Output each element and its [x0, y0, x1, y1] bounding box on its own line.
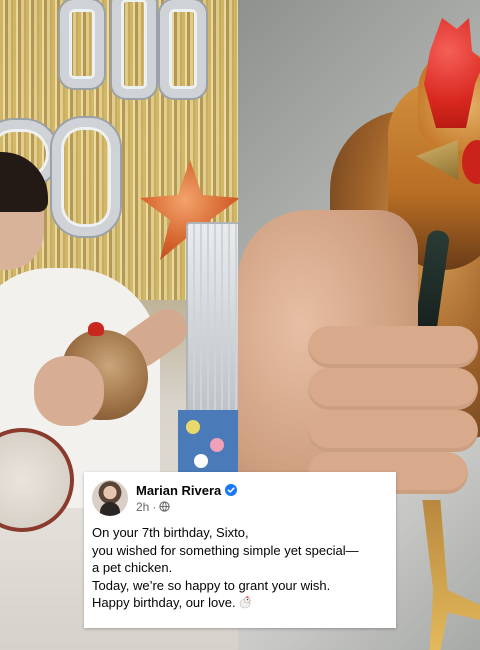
name-row: Marian Rivera	[136, 483, 238, 498]
post-line: Today, we’re so happy to grant your wish…	[92, 577, 331, 593]
verified-badge-icon	[225, 484, 238, 496]
post-line: you wished for something simple yet spec…	[92, 542, 359, 558]
cage-base	[178, 410, 238, 472]
silver-letter-balloon	[160, 0, 206, 98]
silver-letter-balloon	[60, 0, 104, 88]
post-timestamp[interactable]: 2h	[136, 500, 149, 514]
silver-letter-balloon	[112, 0, 156, 98]
post-text: On your 7th birthday, Sixto, you wished …	[92, 524, 386, 612]
post-line-last: Happy birthday, our love.	[92, 594, 386, 612]
post-meta: 2h ·	[136, 500, 237, 514]
silver-zero-balloon	[52, 118, 120, 236]
post-line: On your 7th birthday, Sixto,	[92, 525, 249, 540]
post-line: Happy birthday, our love.	[92, 595, 236, 610]
post-line: a pet chicken.	[92, 560, 173, 575]
rooster-legs	[422, 500, 480, 650]
social-post-card: Marian Rivera 2h · On your 7th birthday,…	[84, 472, 396, 628]
boy-hand	[34, 356, 104, 426]
author-block: Marian Rivera 2h ·	[136, 483, 238, 514]
post-header: Marian Rivera 2h ·	[92, 480, 386, 516]
avatar[interactable]	[92, 480, 128, 516]
finger	[308, 326, 478, 368]
meta-separator: ·	[152, 499, 157, 514]
finger	[308, 410, 478, 452]
image-collage: Marian Rivera 2h · On your 7th birthday,…	[0, 0, 480, 650]
globe-icon[interactable]	[159, 501, 170, 512]
finger	[308, 368, 478, 410]
pet-cage	[186, 222, 238, 416]
chick-emoji-icon	[239, 595, 251, 609]
chicken-comb	[88, 322, 104, 336]
author-name[interactable]: Marian Rivera	[136, 483, 221, 498]
